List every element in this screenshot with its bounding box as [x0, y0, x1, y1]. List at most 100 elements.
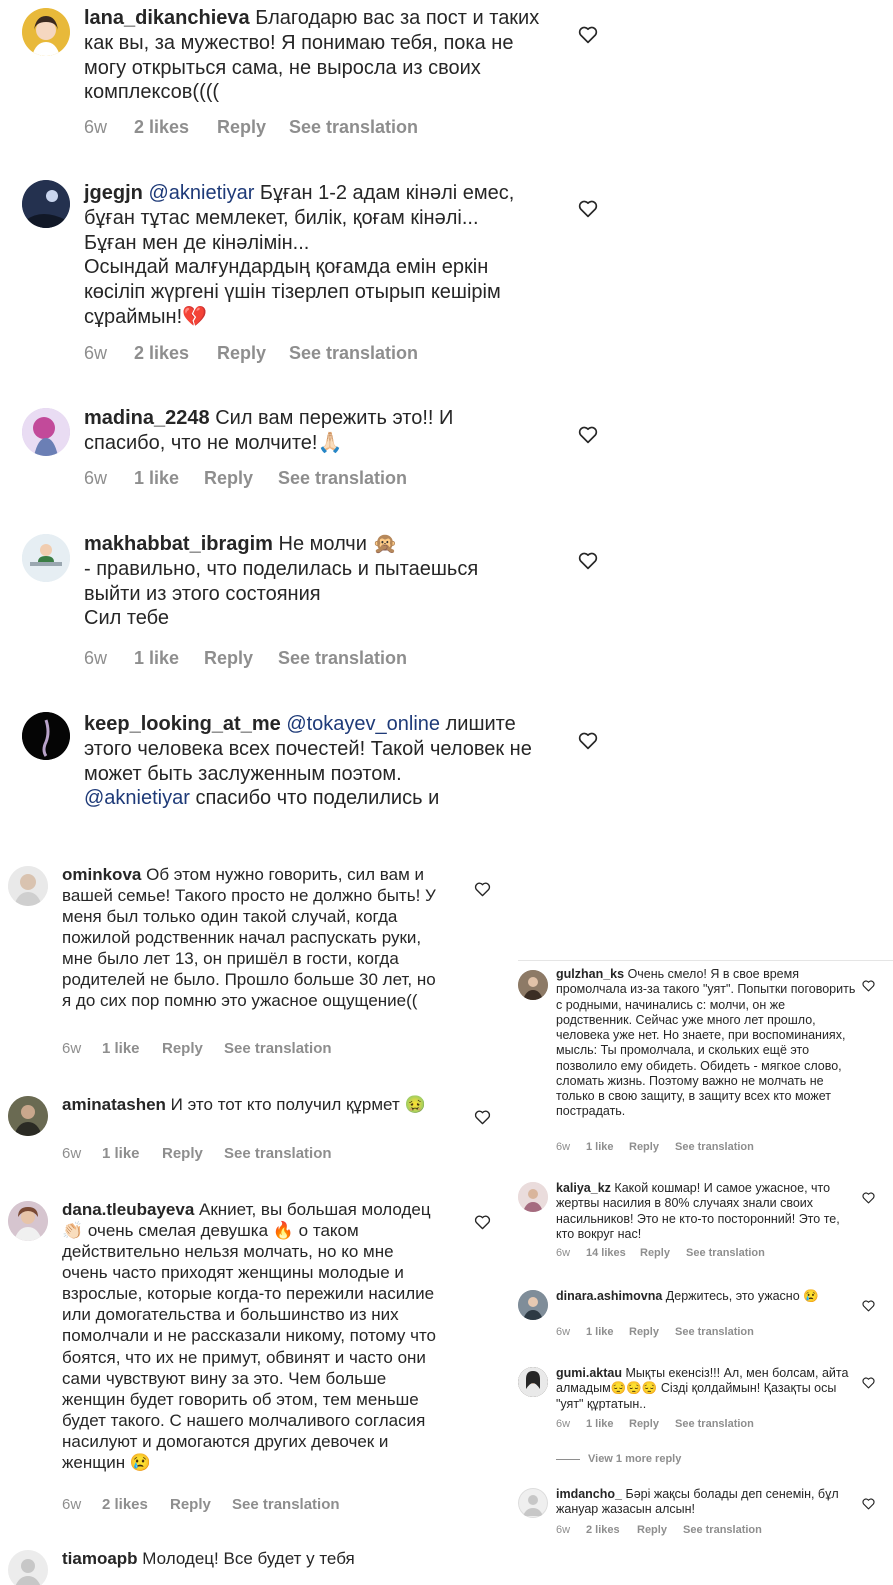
username[interactable]: gulzhan_ks	[556, 967, 624, 981]
see-translation-button[interactable]: See translation	[675, 1418, 754, 1430]
reply-button[interactable]: Reply	[170, 1496, 232, 1513]
timestamp[interactable]: 6w	[62, 1040, 102, 1057]
reply-button[interactable]: Reply	[217, 343, 289, 364]
like-heart-icon[interactable]	[862, 980, 875, 992]
likes-count[interactable]: 2 likes	[134, 343, 217, 364]
comment-meta: 6w 1 like Reply See translation	[556, 1326, 754, 1338]
avatar[interactable]	[8, 1096, 48, 1136]
see-translation-button[interactable]: See translation	[289, 117, 418, 138]
avatar[interactable]	[8, 866, 48, 906]
timestamp[interactable]: 6w	[84, 648, 134, 669]
avatar[interactable]	[22, 408, 70, 456]
username[interactable]: keep_looking_at_me	[84, 713, 281, 735]
like-heart-icon[interactable]	[862, 1377, 875, 1389]
see-translation-button[interactable]: See translation	[278, 468, 407, 489]
see-translation-button[interactable]: See translation	[224, 1145, 332, 1162]
username[interactable]: makhabbat_ibragim	[84, 533, 273, 555]
see-translation-button[interactable]: See translation	[686, 1247, 765, 1259]
username[interactable]: lana_dikanchieva	[84, 7, 250, 29]
avatar-night-icon	[22, 180, 70, 228]
username[interactable]: ominkova	[62, 865, 141, 884]
likes-count[interactable]: 1 like	[134, 648, 204, 669]
see-translation-button[interactable]: See translation	[683, 1524, 762, 1536]
view-more-label[interactable]: View 1 more reply	[588, 1453, 681, 1465]
username[interactable]: madina_2248	[84, 407, 210, 429]
username[interactable]: gumi.aktau	[556, 1366, 622, 1380]
avatar[interactable]	[518, 1290, 548, 1320]
see-translation-button[interactable]: See translation	[289, 343, 418, 364]
comment-meta: 6w 1 like Reply See translation	[556, 1418, 754, 1430]
likes-count[interactable]: 1 like	[586, 1326, 629, 1338]
mention[interactable]: @aknietiyar	[148, 182, 254, 204]
like-heart-icon[interactable]	[862, 1498, 875, 1510]
like-heart-icon[interactable]	[578, 26, 598, 44]
mention[interactable]: @tokayev_online	[286, 713, 440, 735]
username[interactable]: kaliya_kz	[556, 1181, 611, 1195]
like-heart-icon[interactable]	[862, 1300, 875, 1312]
like-heart-icon[interactable]	[578, 552, 598, 570]
likes-count[interactable]: 2 likes	[586, 1524, 637, 1536]
timestamp[interactable]: 6w	[556, 1247, 586, 1259]
username[interactable]: dana.tleubayeva	[62, 1200, 194, 1219]
see-translation-button[interactable]: See translation	[224, 1040, 332, 1057]
reply-button[interactable]: Reply	[217, 117, 289, 138]
timestamp[interactable]: 6w	[84, 117, 134, 138]
avatar[interactable]	[22, 534, 70, 582]
timestamp[interactable]: 6w	[556, 1141, 586, 1153]
likes-count[interactable]: 1 like	[102, 1145, 162, 1162]
likes-count[interactable]: 2 likes	[134, 117, 217, 138]
avatar[interactable]	[22, 712, 70, 760]
username[interactable]: imdancho_	[556, 1487, 622, 1501]
see-translation-button[interactable]: See translation	[278, 648, 407, 669]
like-heart-icon[interactable]	[578, 200, 598, 218]
timestamp[interactable]: 6w	[84, 343, 134, 364]
reply-button[interactable]: Reply	[629, 1326, 675, 1338]
reply-button[interactable]: Reply	[640, 1247, 686, 1259]
likes-count[interactable]: 1 like	[586, 1141, 629, 1153]
likes-count[interactable]: 2 likes	[102, 1496, 170, 1513]
username[interactable]: dinara.ashimovna	[556, 1289, 662, 1303]
reply-button[interactable]: Reply	[204, 468, 278, 489]
avatar[interactable]	[22, 8, 70, 56]
username[interactable]: tiamoapb	[62, 1549, 138, 1568]
like-heart-icon[interactable]	[474, 882, 491, 897]
like-heart-icon[interactable]	[474, 1215, 491, 1230]
like-heart-icon[interactable]	[578, 426, 598, 444]
likes-count[interactable]: 1 like	[586, 1418, 629, 1430]
username[interactable]: aminatashen	[62, 1095, 166, 1114]
see-translation-button[interactable]: See translation	[675, 1141, 754, 1153]
avatar[interactable]	[22, 180, 70, 228]
see-translation-button[interactable]: See translation	[232, 1496, 340, 1513]
reply-button[interactable]: Reply	[162, 1040, 224, 1057]
like-heart-icon[interactable]	[474, 1110, 491, 1125]
reply-button[interactable]: Reply	[637, 1524, 683, 1536]
avatar[interactable]	[8, 1550, 48, 1585]
like-heart-icon[interactable]	[862, 1192, 875, 1204]
likes-count[interactable]: 1 like	[102, 1040, 162, 1057]
timestamp[interactable]: 6w	[556, 1524, 586, 1536]
avatar[interactable]	[518, 1182, 548, 1212]
see-translation-button[interactable]: See translation	[675, 1326, 754, 1338]
reply-button[interactable]: Reply	[629, 1141, 675, 1153]
comment-meta: 6w 2 likes Reply See translation	[84, 343, 418, 364]
avatar[interactable]	[518, 970, 548, 1000]
likes-count[interactable]: 1 like	[134, 468, 204, 489]
timestamp[interactable]: 6w	[556, 1326, 586, 1338]
mention[interactable]: @aknietiyar	[84, 787, 190, 809]
timestamp[interactable]: 6w	[556, 1418, 586, 1430]
timestamp[interactable]: 6w	[62, 1145, 102, 1162]
reply-button[interactable]: Reply	[162, 1145, 224, 1162]
comment-body: Об этом нужно говорить, сил вам и вашей …	[62, 865, 441, 1011]
avatar[interactable]	[518, 1367, 548, 1397]
username[interactable]: jgegjn	[84, 182, 143, 204]
reply-button[interactable]: Reply	[629, 1418, 675, 1430]
avatar[interactable]	[518, 1488, 548, 1518]
reply-button[interactable]: Reply	[204, 648, 278, 669]
timestamp[interactable]: 6w	[62, 1496, 102, 1513]
view-more-replies[interactable]: View 1 more reply	[556, 1450, 856, 1468]
avatar[interactable]	[8, 1201, 48, 1241]
comment-meta: 6w 14 likes Reply See translation	[556, 1247, 765, 1259]
like-heart-icon[interactable]	[578, 732, 598, 750]
timestamp[interactable]: 6w	[84, 468, 134, 489]
likes-count[interactable]: 14 likes	[586, 1247, 640, 1259]
